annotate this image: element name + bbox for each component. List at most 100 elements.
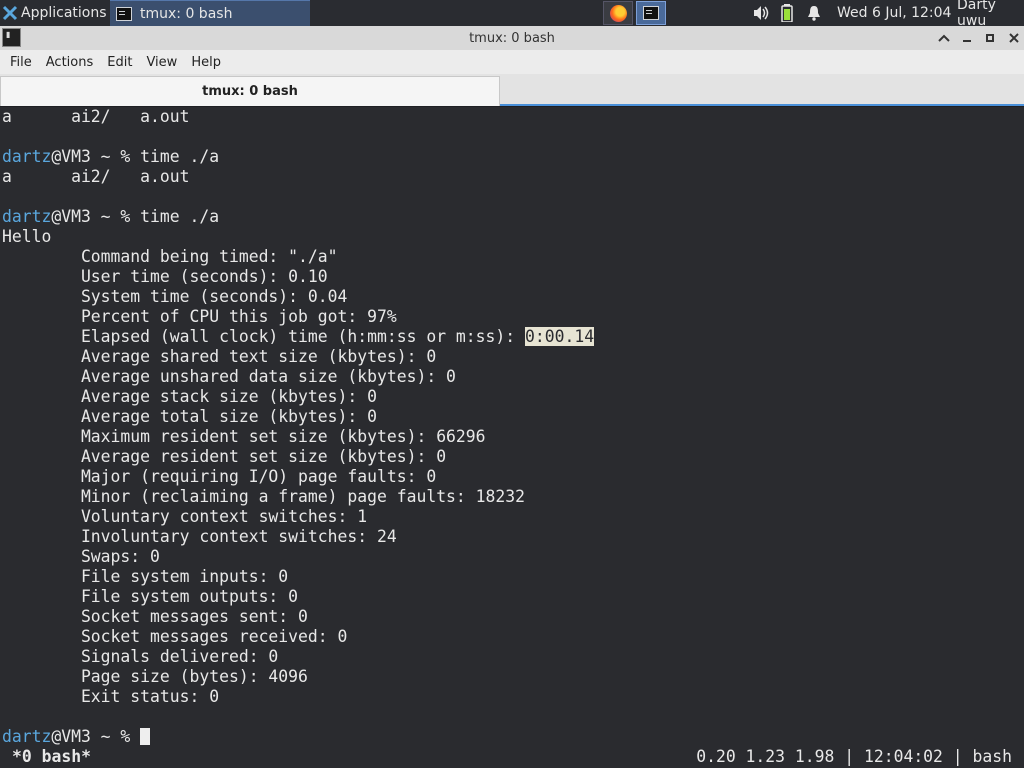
maximize-button[interactable] — [981, 29, 999, 47]
tmux-window-list[interactable]: *0 bash* — [12, 747, 91, 767]
output-line: Percent of CPU this job got: 97% — [2, 307, 397, 327]
window-title: tmux: 0 bash — [469, 30, 555, 46]
output-text: Voluntary context switches: 1 — [2, 507, 368, 526]
prompt-host-path: @VM3 ~ % — [51, 147, 141, 166]
output-text: Percent of CPU this job got: 97% — [2, 307, 397, 326]
output-text: Exit status: 0 — [2, 687, 220, 706]
taskbar-window-label: tmux: 0 bash — [140, 5, 233, 22]
prompt-username: dartz — [2, 727, 52, 746]
output-text: User time (seconds): 0.10 — [2, 267, 328, 286]
output-text: Maximum resident set size (kbytes): 6629… — [2, 427, 486, 446]
output-line: Average shared text size (kbytes): 0 — [2, 347, 436, 367]
tab-bar: tmux: 0 bash — [0, 74, 1024, 106]
output-text: Swaps: 0 — [2, 547, 160, 566]
output-text: Minor (reclaiming a frame) page faults: … — [2, 487, 526, 506]
notification-bell-icon[interactable] — [806, 0, 822, 26]
output-text: Page size (bytes): 4096 — [2, 667, 308, 686]
output-text: Average shared text size (kbytes): 0 — [2, 347, 437, 366]
output-line: a ai2/ a.out — [2, 107, 190, 127]
xfce-icon — [2, 5, 18, 21]
prompt-line: dartz@VM3 ~ % time ./a — [2, 147, 219, 167]
terminal-output[interactable]: a ai2/ a.out dartz@VM3 ~ % time ./a a ai2/… — [0, 107, 1024, 768]
output-line: File system outputs: 0 — [2, 587, 298, 607]
clock[interactable]: Wed 6 Jul, 12:04 — [837, 0, 951, 26]
selected-text[interactable]: 0:00.14 — [525, 327, 595, 346]
output-line: Page size (bytes): 4096 — [2, 667, 308, 687]
output-line: Command being timed: "./a" — [2, 247, 338, 267]
prompt-username: dartz — [2, 207, 52, 226]
output-line: Swaps: 0 — [2, 547, 160, 567]
menu-file[interactable]: File — [3, 55, 39, 70]
output-line: Involuntary context switches: 24 — [2, 527, 397, 547]
output-line: Average resident set size (kbytes): 0 — [2, 447, 446, 467]
output-text: Command being timed: "./a" — [2, 247, 338, 266]
output-text: Elapsed (wall clock) time (h:mm:ss or m:… — [2, 327, 526, 346]
applications-label: Applications — [21, 5, 107, 21]
output-text: File system inputs: 0 — [2, 567, 289, 586]
output-text: Average stack size (kbytes): 0 — [2, 387, 377, 406]
output-line: Major (requiring I/O) page faults: 0 — [2, 467, 436, 487]
output-line: User time (seconds): 0.10 — [2, 267, 328, 287]
output-text: Hello — [2, 227, 52, 246]
menu-view[interactable]: View — [139, 55, 184, 70]
output-line: System time (seconds): 0.04 — [2, 287, 347, 307]
output-text: a ai2/ a.out — [2, 107, 190, 126]
terminal-icon — [116, 6, 132, 21]
output-line: Maximum resident set size (kbytes): 6629… — [2, 427, 486, 447]
user-menu[interactable]: Darty uwu — [957, 0, 1024, 29]
window-titlebar[interactable]: tmux: 0 bash — [0, 26, 1024, 50]
command-text: time ./a — [140, 147, 220, 166]
output-text: Signals delivered: 0 — [2, 647, 279, 666]
output-line: Exit status: 0 — [2, 687, 219, 707]
output-text: System time (seconds): 0.04 — [2, 287, 348, 306]
output-text: Socket messages sent: 0 — [2, 607, 308, 626]
menu-help[interactable]: Help — [184, 55, 228, 70]
output-line: Socket messages received: 0 — [2, 627, 347, 647]
prompt-username: dartz — [2, 147, 52, 166]
output-line: Voluntary context switches: 1 — [2, 507, 367, 527]
output-text: Average total size (kbytes): 0 — [2, 407, 377, 426]
taskbar-window-button[interactable]: tmux: 0 bash — [110, 0, 310, 26]
firefox-launcher[interactable] — [603, 1, 633, 25]
output-line: Average stack size (kbytes): 0 — [2, 387, 377, 407]
output-line: Signals delivered: 0 — [2, 647, 278, 667]
window-app-icon[interactable] — [2, 28, 21, 47]
command-text: time ./a — [140, 207, 220, 226]
applications-menu-button[interactable]: Applications — [0, 0, 108, 26]
close-button[interactable] — [1005, 29, 1023, 47]
tab-tmux-bash[interactable]: tmux: 0 bash — [0, 76, 500, 106]
prompt-line: dartz@VM3 ~ % time ./a — [2, 207, 219, 227]
prompt-line: dartz@VM3 ~ % — [2, 727, 151, 747]
text-cursor — [140, 728, 151, 745]
output-line: Hello — [2, 227, 51, 247]
output-text: Involuntary context switches: 24 — [2, 527, 397, 546]
prompt-host-path: @VM3 ~ % — [51, 727, 141, 746]
output-line: Average total size (kbytes): 0 — [2, 407, 377, 427]
output-text: Average resident set size (kbytes): 0 — [2, 447, 447, 466]
shade-button[interactable] — [935, 29, 953, 47]
terminal-launcher-icon — [643, 6, 659, 20]
output-line: Socket messages sent: 0 — [2, 607, 308, 627]
minimize-button[interactable] — [958, 29, 976, 47]
battery-icon[interactable] — [781, 0, 793, 26]
output-text: Socket messages received: 0 — [2, 627, 348, 646]
output-text: Major (requiring I/O) page faults: 0 — [2, 467, 437, 486]
tmux-status-bar: *0 bash* 0.20 1.23 1.98 | 12:04:02 | bas… — [0, 747, 1024, 768]
output-line: File system inputs: 0 — [2, 567, 288, 587]
output-text: Average unshared data size (kbytes): 0 — [2, 367, 456, 386]
output-text: File system outputs: 0 — [2, 587, 299, 606]
output-text: a ai2/ a.out — [2, 167, 190, 186]
output-line: Minor (reclaiming a frame) page faults: … — [2, 487, 525, 507]
prompt-host-path: @VM3 ~ % — [51, 207, 141, 226]
output-line: a ai2/ a.out — [2, 167, 190, 187]
volume-icon[interactable] — [752, 0, 770, 26]
output-line: Average unshared data size (kbytes): 0 — [2, 367, 456, 387]
top-panel: Applications tmux: 0 bash Wed 6 Jul, 12:… — [0, 0, 1024, 29]
menu-edit[interactable]: Edit — [100, 55, 139, 70]
terminal-launcher[interactable] — [636, 1, 666, 25]
tmux-status-info: 0.20 1.23 1.98 | 12:04:02 | bash — [696, 747, 1012, 766]
menu-bar: File Actions Edit View Help — [0, 50, 1024, 74]
output-line: Elapsed (wall clock) time (h:mm:ss or m:… — [2, 327, 595, 347]
menu-actions[interactable]: Actions — [39, 55, 101, 70]
firefox-icon — [609, 4, 627, 22]
